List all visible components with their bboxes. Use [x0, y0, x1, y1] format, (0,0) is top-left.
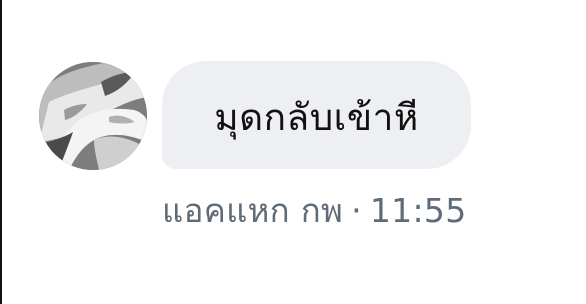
message-time: 11:55 — [369, 191, 467, 230]
message-text: มุดกลับเข้าหี — [214, 95, 419, 139]
message-meta: แอคแหก กพ · 11:55 — [162, 184, 467, 237]
avatar-photo-icon — [39, 62, 147, 170]
meta-separator: · — [351, 191, 362, 230]
chat-message-screen: มุดกลับเข้าหี แอคแหก กพ · 11:55 — [0, 0, 586, 304]
message-bubble[interactable]: มุดกลับเข้าหี — [162, 61, 471, 169]
avatar[interactable] — [39, 62, 147, 170]
sender-name[interactable]: แอคแหก กพ — [162, 191, 343, 230]
